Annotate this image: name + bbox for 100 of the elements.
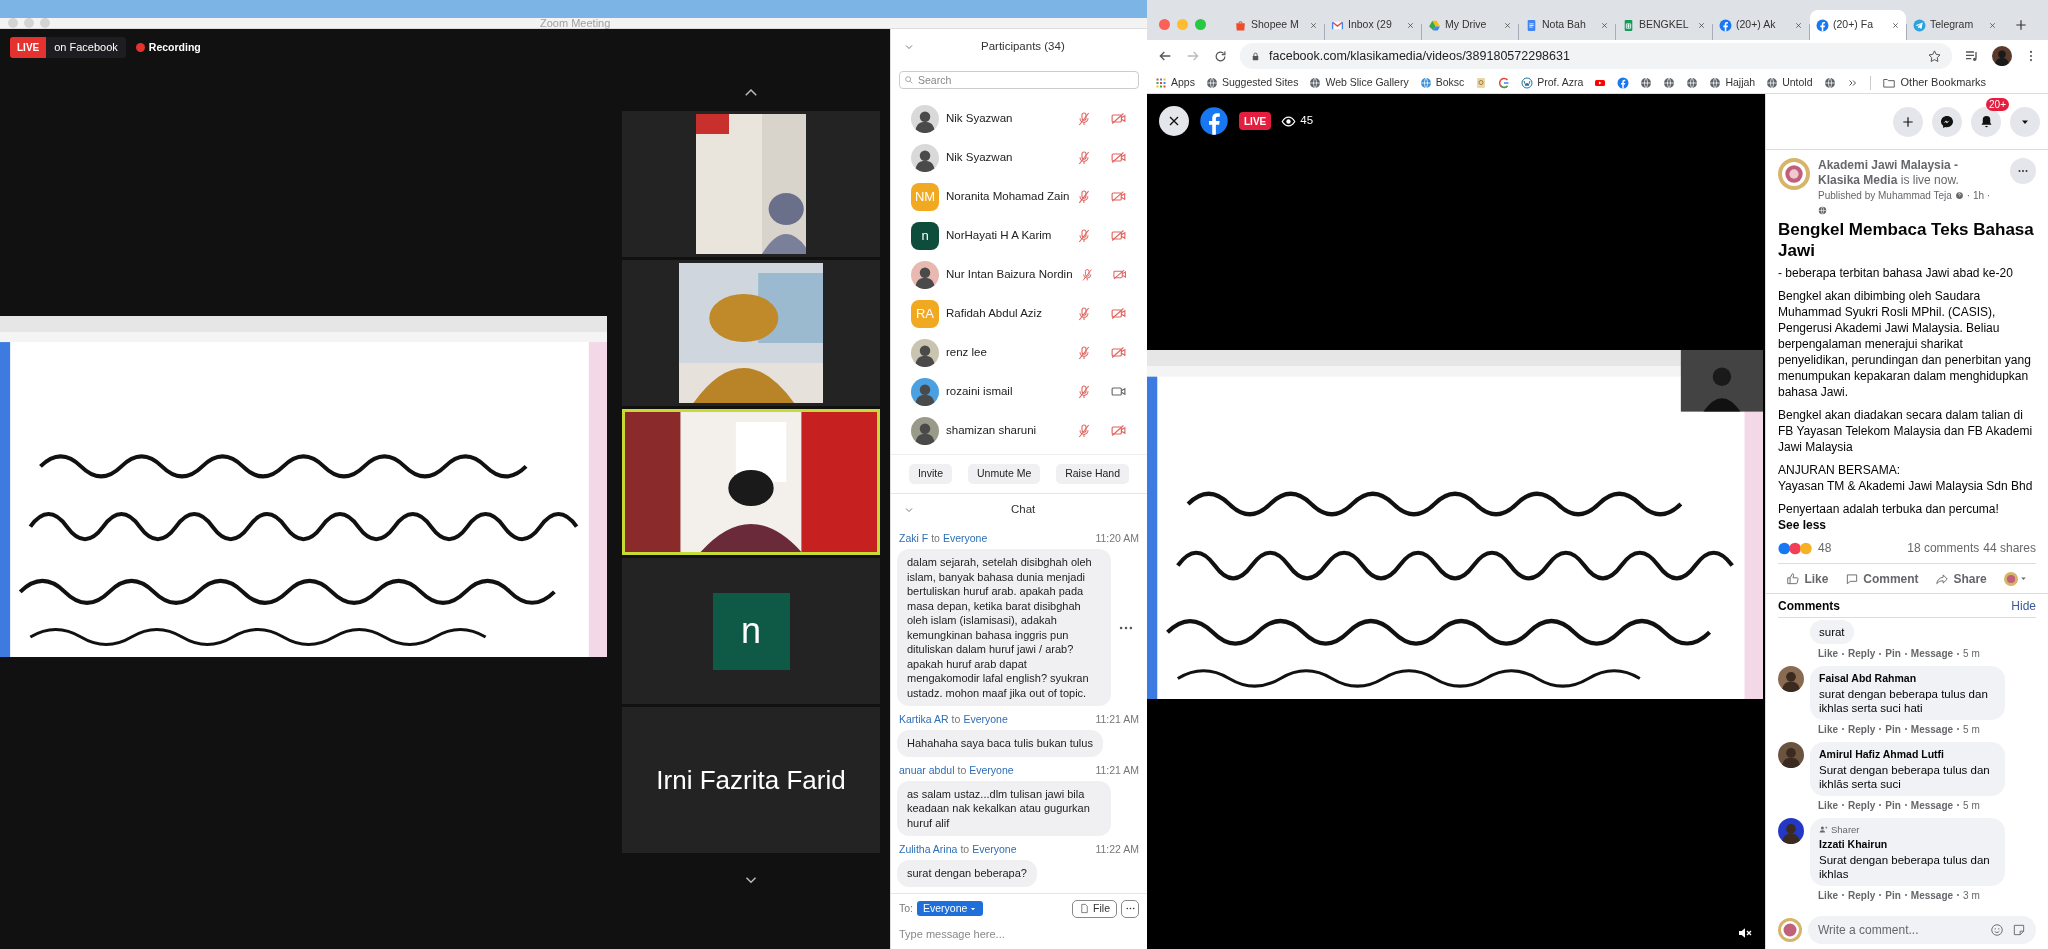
comment-author[interactable]: Amirul Hafiz Ahmad Lutfi bbox=[1819, 746, 1996, 763]
comment-action-link[interactable]: Message bbox=[1910, 721, 1954, 737]
comment-author[interactable]: Faisal Abd Rahman bbox=[1819, 671, 1996, 687]
label: to bbox=[951, 712, 961, 728]
button[interactable]: Unmute Me bbox=[967, 464, 1041, 484]
comments-count-link[interactable]: 18 comments bbox=[1907, 539, 1980, 557]
recording-label: Recording bbox=[148, 39, 201, 55]
more-button[interactable] bbox=[1121, 899, 1139, 918]
message-time: 11:21 AM bbox=[1095, 762, 1139, 778]
globe-icon bbox=[1205, 76, 1218, 89]
browser-tab[interactable]: BENGKEL bbox=[1616, 10, 1712, 40]
bookmark[interactable]: Other Bookmarks bbox=[1881, 74, 1987, 91]
comment-action-link[interactable]: Like bbox=[1818, 721, 1838, 737]
zoom-window-button[interactable] bbox=[40, 18, 50, 28]
address-bar[interactable]: facebook.com/klasikamedia/videos/389180572298631 bbox=[1240, 43, 1952, 69]
reaction-picker-button[interactable] bbox=[2003, 571, 2028, 586]
browser-tab[interactable]: (20+) Fa bbox=[1810, 10, 1906, 40]
messenger-icon bbox=[1939, 113, 1955, 130]
close-button[interactable] bbox=[1159, 106, 1189, 136]
create-button[interactable] bbox=[1893, 106, 1923, 137]
comment-action-link[interactable]: Reply bbox=[1848, 646, 1876, 661]
minimize-button[interactable] bbox=[1177, 18, 1188, 30]
participant-name: Rafidah Abdul Aziz bbox=[946, 305, 1043, 321]
reload-icon bbox=[1213, 48, 1228, 64]
post-action-button[interactable]: Like bbox=[1786, 569, 1829, 588]
browser-tab[interactable]: (20+) Ak bbox=[1713, 10, 1809, 40]
comment-author[interactable]: Izzati Khairun bbox=[1819, 836, 1996, 853]
page-logo-icon bbox=[2003, 571, 2018, 586]
comment-action-link[interactable]: Reply bbox=[1848, 797, 1876, 813]
close-window-button[interactable] bbox=[1159, 18, 1170, 30]
search-field[interactable]: Search bbox=[899, 71, 1139, 89]
comment-text: Surat dengan beberapa tulus dan ikhlās serta suci bbox=[1819, 762, 1991, 791]
comment-action-link[interactable]: Message bbox=[1910, 646, 1954, 661]
post-text: Bengkel akan diadakan secara dalam talian di FB Yayasan Telekom Malaysia dan FB Akademi Jawi Malaysia bbox=[1778, 407, 2034, 455]
button[interactable]: Raise Hand bbox=[1056, 464, 1130, 484]
person-icon bbox=[1819, 825, 1828, 835]
hide-link[interactable]: Hide bbox=[2011, 596, 2036, 615]
close-icon bbox=[1697, 20, 1706, 30]
comment-action-link[interactable]: Pin bbox=[1885, 887, 1901, 903]
see-less-link[interactable]: See less bbox=[1778, 517, 2036, 533]
post-action-button[interactable]: Comment bbox=[1845, 569, 1919, 588]
chat-message: dalam sejarah, setelah disibghah oleh islam, banyak bahasa dunia menjadi bertuliskan huruf arab. apakah pada masa depan, ketika barat disibghah oleh islam (islamisasi), adakah kemungkinan bahasa inggris pun dituliskan dalam huruf jawi / arab? apakah huruf arab dapat mengakomodir lafal english? syukran ustadz. mohon maaf jika out of topic. bbox=[897, 549, 1111, 706]
close-icon bbox=[1600, 20, 1609, 30]
comment-action-link[interactable]: Message bbox=[1910, 797, 1954, 813]
panel-title: Chat bbox=[1011, 501, 1036, 517]
avatar bbox=[911, 377, 939, 406]
bookmark[interactable]: Untold bbox=[1766, 74, 1813, 91]
comment-action-link[interactable]: Pin bbox=[1885, 646, 1901, 661]
recipient-dropdown[interactable]: Everyone bbox=[917, 901, 984, 916]
comment-action-link[interactable]: Pin bbox=[1885, 797, 1901, 813]
reaction-count: 48 bbox=[1818, 540, 1833, 557]
share-icon bbox=[1935, 571, 1950, 586]
participant-name: Noranita Mohamad Zain bbox=[946, 188, 1070, 204]
live-label: LIVE bbox=[10, 37, 47, 58]
file-button[interactable]: File bbox=[1072, 899, 1117, 918]
comment-action-link[interactable]: Like bbox=[1818, 887, 1838, 903]
post-action-button[interactable]: Share bbox=[1935, 569, 1987, 588]
comment-action-link[interactable]: Message bbox=[1910, 887, 1954, 903]
browser-tab[interactable]: Nota Bah bbox=[1519, 10, 1615, 40]
close-icon bbox=[1503, 20, 1512, 30]
bookmark[interactable]: Hajjah bbox=[1709, 74, 1756, 91]
close-icon bbox=[1988, 20, 1997, 30]
message-input[interactable]: Type message here... bbox=[899, 925, 1139, 942]
messenger-button[interactable] bbox=[1932, 106, 1962, 137]
browser-tab[interactable]: Shopee M bbox=[1228, 10, 1324, 40]
wordpress-icon bbox=[1521, 76, 1534, 89]
comment-action-link[interactable]: Reply bbox=[1848, 887, 1876, 903]
like-icon bbox=[1786, 571, 1801, 586]
avatar: RA bbox=[911, 299, 939, 328]
shares-count-link[interactable]: 44 shares bbox=[1983, 539, 2036, 557]
help-icon bbox=[1954, 191, 1964, 200]
zoom-window-button[interactable] bbox=[1195, 18, 1206, 30]
tab-title: BENGKEL bbox=[1639, 17, 1690, 33]
media-icon bbox=[1964, 48, 1980, 64]
bookmark[interactable]: Suggested Sites bbox=[1205, 74, 1299, 91]
browser-tab[interactable]: Inbox (29 bbox=[1325, 10, 1421, 40]
comment-action-link[interactable]: Like bbox=[1818, 797, 1838, 813]
bookmark[interactable]: Apps bbox=[1155, 74, 1195, 91]
account-menu-button[interactable] bbox=[2010, 106, 2040, 137]
paper-plane-icon bbox=[1913, 18, 1926, 32]
comment-field[interactable]: Write a comment... bbox=[1808, 916, 2036, 944]
comment-time: 3 m bbox=[1963, 888, 1980, 903]
comment-action-link[interactable]: Reply bbox=[1848, 721, 1876, 737]
close-window-button[interactable] bbox=[8, 18, 18, 28]
bookmark[interactable]: Prof. Azra bbox=[1521, 74, 1584, 91]
comment-icon bbox=[1845, 571, 1860, 586]
more-button[interactable] bbox=[2010, 158, 2036, 184]
browser-tab[interactable]: Telegram bbox=[1907, 10, 2003, 40]
participant-name: Nik Syazwan bbox=[946, 149, 1014, 165]
comment-action-link[interactable]: Like bbox=[1818, 646, 1838, 661]
bookmark[interactable]: Web Slice Gallery bbox=[1309, 74, 1409, 91]
bookmark[interactable]: Boksc bbox=[1419, 74, 1465, 91]
comment-action-link[interactable]: Pin bbox=[1885, 721, 1901, 737]
browser-tab[interactable]: My Drive bbox=[1422, 10, 1518, 40]
button[interactable]: Invite bbox=[908, 464, 953, 484]
avatar: NM bbox=[911, 182, 939, 211]
comment-time: 5 m bbox=[1963, 722, 1980, 737]
globe-icon bbox=[1709, 76, 1722, 89]
minimize-button[interactable] bbox=[24, 18, 34, 28]
notifications-button[interactable] bbox=[1971, 106, 2001, 137]
